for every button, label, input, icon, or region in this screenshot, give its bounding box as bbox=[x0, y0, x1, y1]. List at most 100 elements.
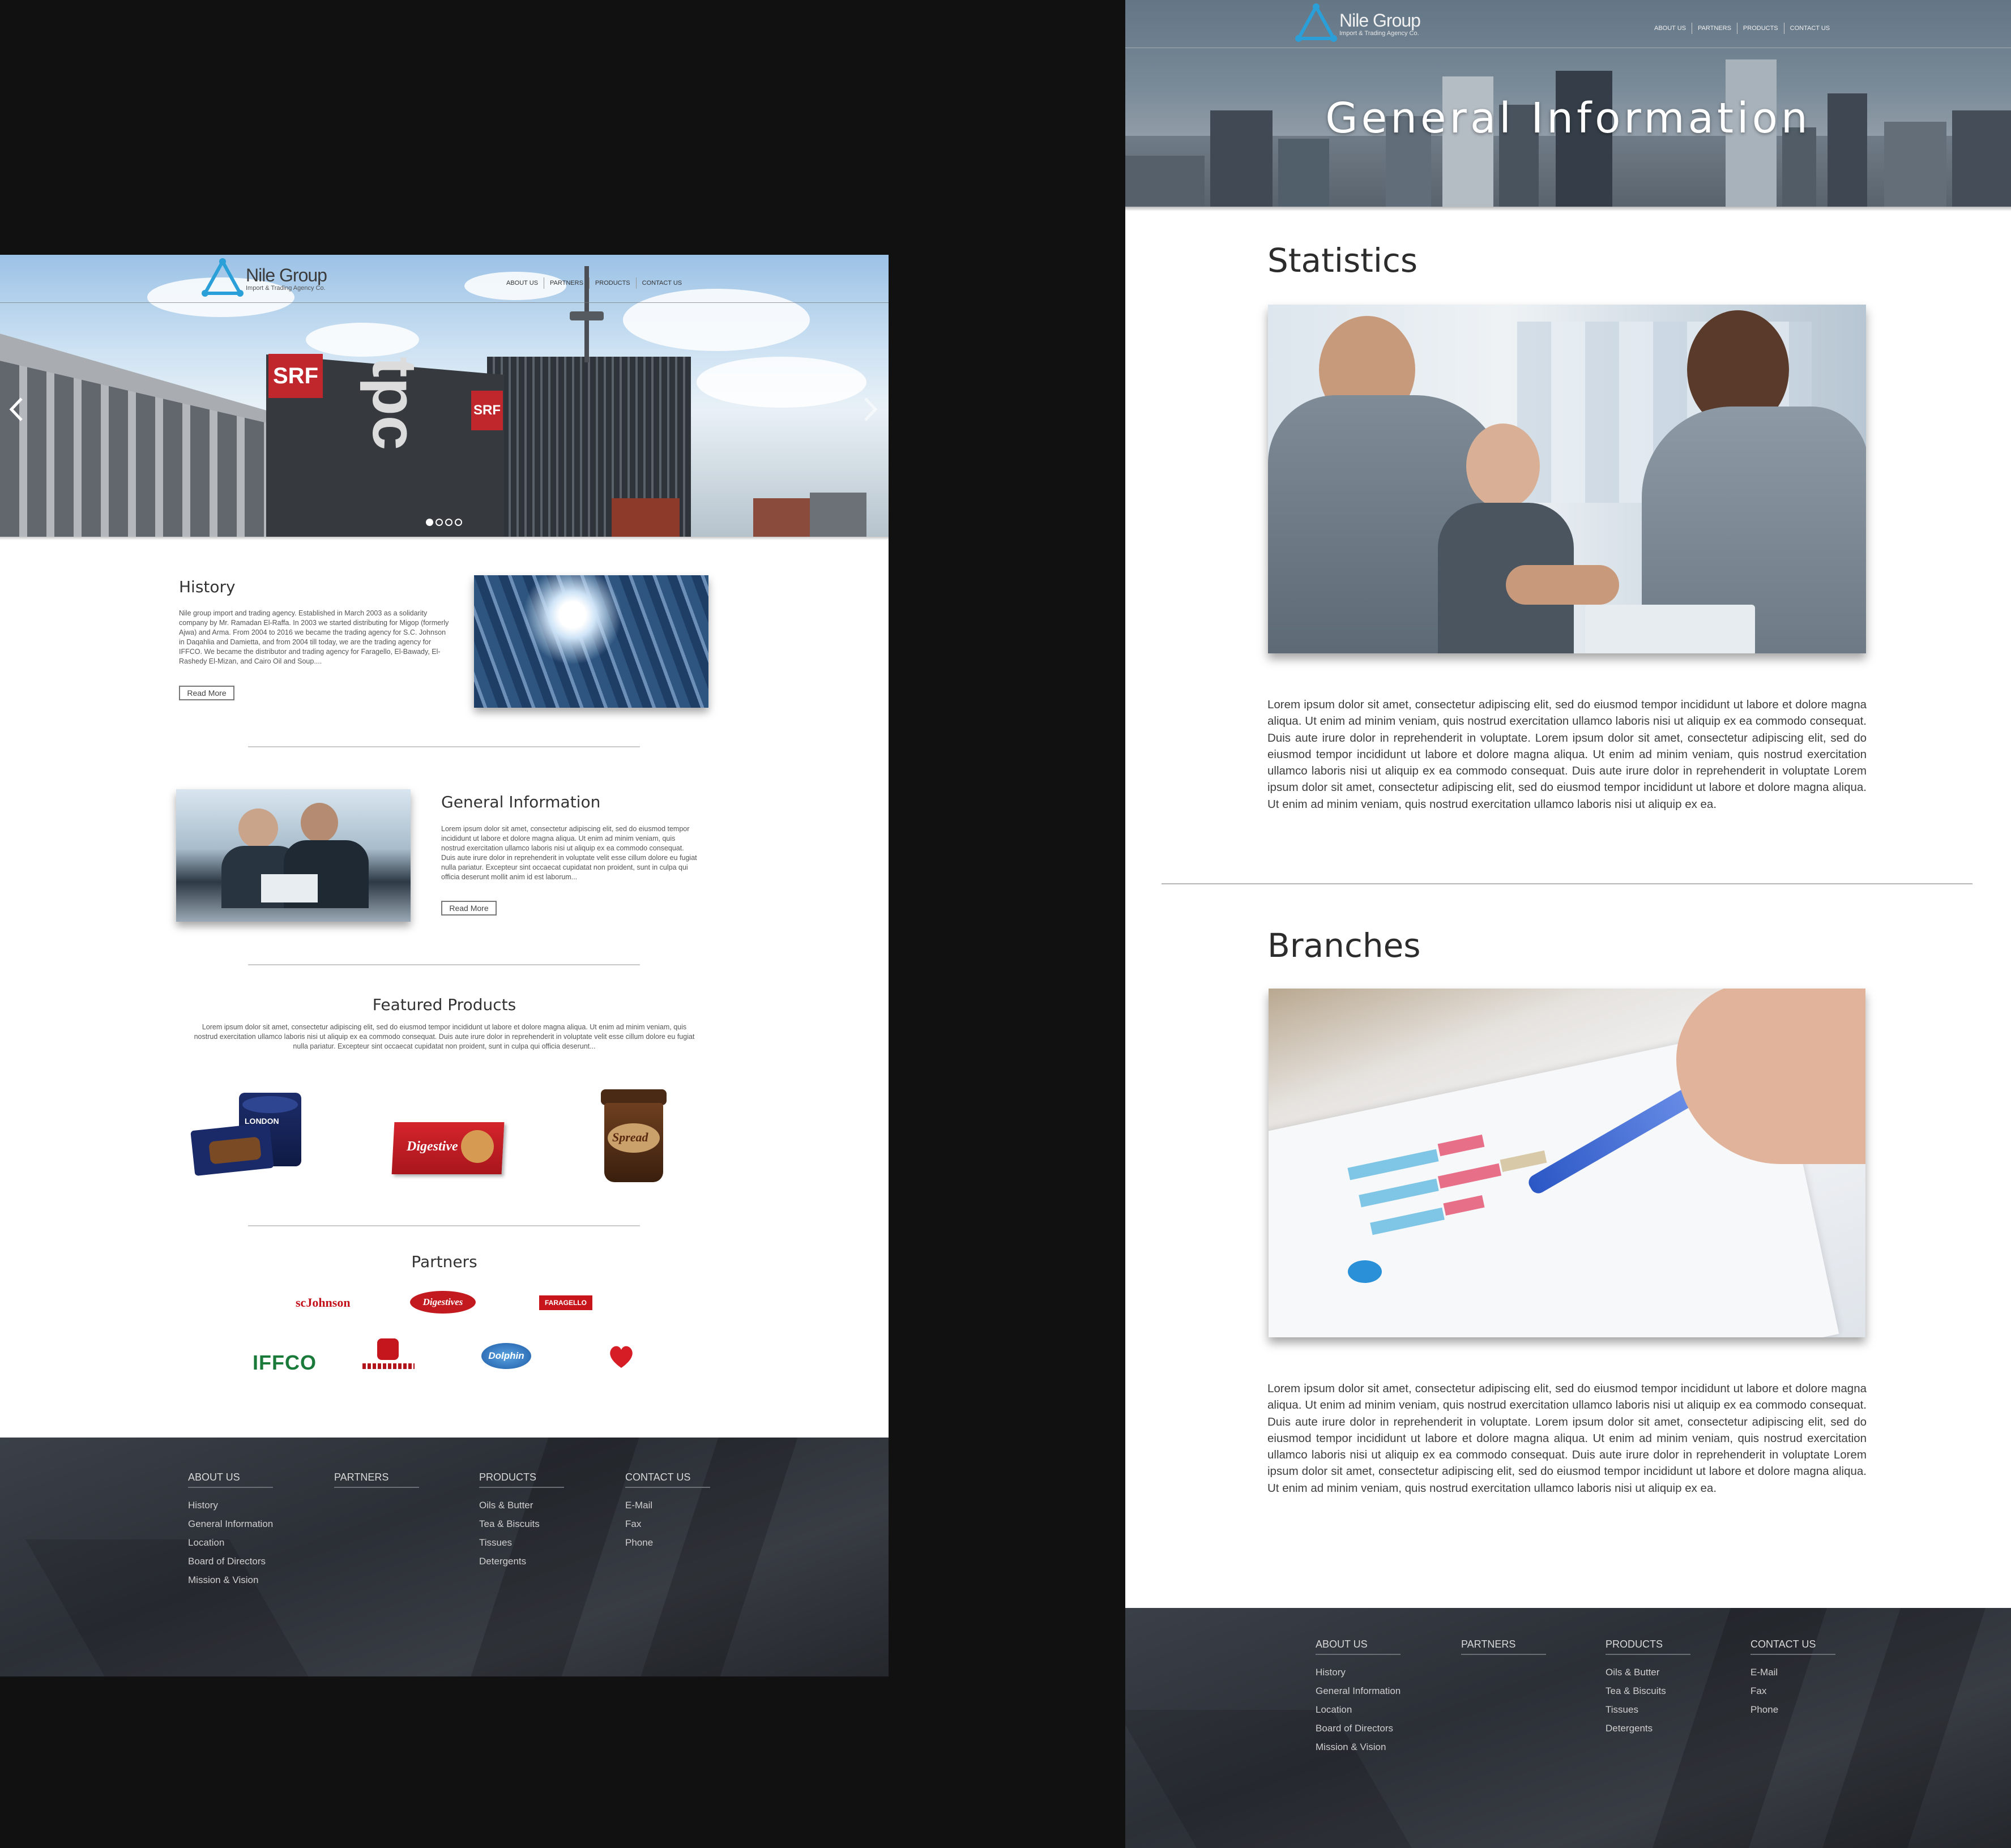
statistics-text: Lorem ipsum dolor sit amet, consectetur … bbox=[1267, 698, 1867, 811]
hero-page-title: General Information bbox=[1325, 94, 1811, 143]
site-logo[interactable]: Nile Group Import & Trading Agency Co. bbox=[202, 258, 327, 298]
footer-head-partners[interactable]: PARTNERS bbox=[334, 1471, 419, 1488]
spread-label: Spread bbox=[612, 1130, 648, 1144]
nav-partners-right[interactable]: PARTNERS bbox=[1692, 25, 1737, 32]
footer-link-tea-biscuits[interactable]: Tea & Biscuits bbox=[479, 1515, 564, 1533]
footer-right-head-products: PRODUCTS bbox=[1606, 1639, 1690, 1655]
logo-subtitle-right: Import & Trading Agency Co. bbox=[1339, 29, 1419, 37]
footer-right-link-phone[interactable]: Phone bbox=[1750, 1700, 1835, 1719]
footer-link-location[interactable]: Location bbox=[188, 1533, 273, 1552]
triangle-logo-icon bbox=[1295, 3, 1337, 42]
site-footer: ABOUT US History General Information Loc… bbox=[0, 1438, 889, 1676]
site-logo-right[interactable]: Nile Group Import & Trading Agency Co. bbox=[1295, 3, 1421, 43]
slider-prev-arrow-icon[interactable] bbox=[8, 396, 26, 422]
site-footer-right: ABOUT US History General Information Loc… bbox=[1125, 1608, 2011, 1848]
home-page-mockup: SRF SRF tpc Nile Group Import & Trading … bbox=[0, 255, 889, 1676]
footer-link-fax[interactable]: Fax bbox=[625, 1515, 710, 1533]
footer-right-column-products: PRODUCTS Oils & Butter Tea & Biscuits Ti… bbox=[1606, 1639, 1690, 1738]
nav-contact-us[interactable]: CONTACT US bbox=[637, 280, 688, 286]
ice-cream-label: LONDON bbox=[245, 1116, 279, 1126]
partner-faragello-logo[interactable]: FARAGELLO bbox=[539, 1295, 592, 1310]
header-divider bbox=[0, 302, 889, 303]
footer-right-link-board-of-directors[interactable]: Board of Directors bbox=[1316, 1719, 1401, 1738]
featured-products-text: Lorem ipsum dolor sit amet, consectetur … bbox=[194, 1023, 695, 1050]
nav-about-us[interactable]: ABOUT US bbox=[501, 280, 544, 286]
footer-column-products: PRODUCTS Oils & Butter Tea & Biscuits Ti… bbox=[479, 1471, 564, 1571]
footer-head-products: PRODUCTS bbox=[479, 1471, 564, 1488]
footer-link-phone[interactable]: Phone bbox=[625, 1533, 710, 1552]
footer-link-oils-butter[interactable]: Oils & Butter bbox=[479, 1496, 564, 1515]
partner-dolphin-logo[interactable]: Dolphin bbox=[481, 1343, 531, 1369]
main-nav-right: ABOUT US PARTNERS PRODUCTS CONTACT US bbox=[1649, 22, 1835, 35]
digestive-label: Digestive bbox=[407, 1139, 458, 1154]
slider-dot-1[interactable] bbox=[426, 519, 433, 526]
chocolate-spread-product[interactable]: Spread bbox=[599, 1089, 669, 1186]
partner-scjohnson-logo[interactable]: scJohnson bbox=[296, 1295, 351, 1310]
footer-link-board-of-directors[interactable]: Board of Directors bbox=[188, 1552, 273, 1571]
footer-link-detergents[interactable]: Detergents bbox=[479, 1552, 564, 1571]
slider-next-arrow-icon[interactable] bbox=[861, 396, 879, 422]
footer-right-link-fax[interactable]: Fax bbox=[1750, 1682, 1835, 1700]
nav-products[interactable]: PRODUCTS bbox=[590, 280, 636, 286]
footer-right-link-mission-vision[interactable]: Mission & Vision bbox=[1316, 1738, 1401, 1756]
general-information-image bbox=[176, 789, 411, 922]
slider-dot-2[interactable] bbox=[435, 519, 443, 526]
logo-title: Nile Group bbox=[246, 264, 327, 285]
hero-slider: SRF SRF tpc Nile Group Import & Trading … bbox=[0, 255, 889, 537]
footer-right-link-oils-butter[interactable]: Oils & Butter bbox=[1606, 1663, 1690, 1682]
hero-srf-sign-small: SRF bbox=[471, 391, 503, 430]
general-information-read-more-button[interactable]: Read More bbox=[441, 901, 497, 916]
footer-column-contact: CONTACT US E-Mail Fax Phone bbox=[625, 1471, 710, 1552]
history-image bbox=[474, 575, 708, 708]
slider-dot-4[interactable] bbox=[455, 519, 462, 526]
footer-right-link-detergents[interactable]: Detergents bbox=[1606, 1719, 1690, 1738]
section-divider-right bbox=[1162, 883, 1972, 884]
footer-right-link-location[interactable]: Location bbox=[1316, 1700, 1401, 1719]
nav-products-right[interactable]: PRODUCTS bbox=[1737, 25, 1784, 32]
footer-right-head-contact-us: CONTACT US bbox=[1750, 1639, 1835, 1655]
footer-right-link-general-information[interactable]: General Information bbox=[1316, 1682, 1401, 1700]
partner-heart-logo[interactable] bbox=[607, 1343, 635, 1370]
footer-link-general-information[interactable]: General Information bbox=[188, 1515, 273, 1533]
footer-column-about: ABOUT US History General Information Loc… bbox=[188, 1471, 273, 1589]
branches-text: Lorem ipsum dolor sit amet, consectetur … bbox=[1267, 1382, 1867, 1495]
footer-right-link-history[interactable]: History bbox=[1316, 1663, 1401, 1682]
nav-about-us-right[interactable]: ABOUT US bbox=[1649, 25, 1692, 32]
footer-link-email[interactable]: E-Mail bbox=[625, 1496, 710, 1515]
section-divider-1 bbox=[248, 746, 640, 747]
section-divider-2 bbox=[248, 964, 640, 965]
footer-right-column-about: ABOUT US History General Information Loc… bbox=[1316, 1639, 1401, 1756]
footer-right-link-tissues[interactable]: Tissues bbox=[1606, 1700, 1690, 1719]
footer-right-column-partners: PARTNERS bbox=[1461, 1639, 1546, 1655]
nav-partners[interactable]: PARTNERS bbox=[544, 280, 589, 286]
partner-digestives-logo[interactable]: Digestives bbox=[410, 1291, 476, 1314]
nav-contact-us-right[interactable]: CONTACT US bbox=[1784, 25, 1836, 32]
branches-chart-image bbox=[1269, 989, 1865, 1337]
footer-right-link-tea-biscuits[interactable]: Tea & Biscuits bbox=[1606, 1682, 1690, 1700]
footer-column-partners: PARTNERS bbox=[334, 1471, 419, 1488]
statistics-handshake-image bbox=[1268, 305, 1866, 653]
footer-link-tissues[interactable]: Tissues bbox=[479, 1533, 564, 1552]
heart-icon bbox=[610, 1346, 633, 1368]
history-text: Nile group import and trading agency. Es… bbox=[179, 609, 449, 665]
page-hero-banner: Nile Group Import & Trading Agency Co. A… bbox=[1125, 0, 2011, 207]
logo-subtitle: Import & Trading Agency Co. bbox=[246, 284, 326, 292]
triangle-logo-icon bbox=[202, 258, 244, 297]
history-title: History bbox=[179, 578, 236, 596]
footer-right-link-email[interactable]: E-Mail bbox=[1750, 1663, 1835, 1682]
featured-products-title: Featured Products bbox=[372, 995, 516, 1014]
hero-srf-sign: SRF bbox=[268, 354, 323, 398]
footer-link-history[interactable]: History bbox=[188, 1496, 273, 1515]
general-information-text: Lorem ipsum dolor sit amet, consectetur … bbox=[441, 825, 697, 881]
footer-link-mission-vision[interactable]: Mission & Vision bbox=[188, 1571, 273, 1589]
history-read-more-button[interactable]: Read More bbox=[179, 686, 234, 700]
partners-title: Partners bbox=[411, 1252, 477, 1271]
main-nav: ABOUT US PARTNERS PRODUCTS CONTACT US bbox=[501, 276, 688, 290]
footer-right-head-partners[interactable]: PARTNERS bbox=[1461, 1639, 1546, 1655]
branches-title: Branches bbox=[1267, 926, 1421, 965]
partner-elmizan-logo[interactable] bbox=[362, 1338, 415, 1376]
digestive-biscuits-product[interactable]: Digestive bbox=[391, 1122, 505, 1174]
slider-dot-3[interactable] bbox=[445, 519, 452, 526]
ice-cream-product[interactable]: LONDON bbox=[190, 1093, 316, 1182]
partner-iffco-logo[interactable]: IFFCO bbox=[253, 1351, 317, 1375]
